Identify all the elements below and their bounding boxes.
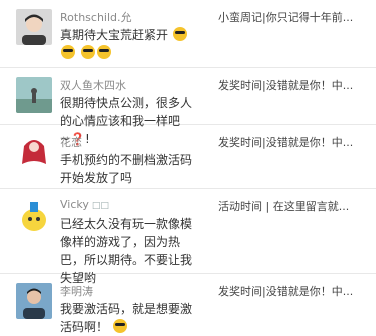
post-title-link[interactable]: 发奖时间|没错就是你！中... <box>218 283 368 299</box>
laughing-emoji-icon <box>112 319 127 333</box>
sunglasses-emoji-icon <box>96 45 111 59</box>
member-badge-icon: □□ <box>91 201 109 211</box>
sunglasses-emoji-icon <box>61 45 75 59</box>
avatar-portrait-icon <box>16 9 52 45</box>
comment-row: 李明涛 我要激活码，就是想要激活码啊！ 发奖时间|没错就是你！中... <box>0 274 376 336</box>
avatar-cartoon-icon <box>16 198 52 234</box>
user-name[interactable]: 李明涛 <box>60 283 93 299</box>
post-title-link[interactable]: 发奖时间|没错就是你！中... <box>218 77 368 93</box>
avatar-landscape-icon <box>16 77 52 113</box>
comment-text: 我要激活码，就是想要激活码啊！ <box>60 302 193 334</box>
user-name[interactable]: 双人鱼木四水 <box>60 77 126 93</box>
comment-text: 手机预约的不删档激活码开始发放了吗 <box>60 153 193 185</box>
post-title-link[interactable]: 活动时间 | 在这里留言就... <box>218 198 368 214</box>
post-title-link[interactable]: 小蛮周记|你只记得十年前... <box>218 9 368 25</box>
post-title-link[interactable]: 发奖时间|没错就是你！中... <box>218 134 368 150</box>
avatar-photo-icon <box>16 283 52 319</box>
avatar-anime-icon <box>16 134 52 170</box>
avatar[interactable] <box>16 134 52 170</box>
avatar[interactable] <box>16 198 52 234</box>
comment-row: Vicky □□ 已经太久没有玩一款像模像样的游戏了，因为热巴，所以期待。不要让我… <box>0 189 376 285</box>
avatar[interactable] <box>16 9 52 45</box>
avatar[interactable] <box>16 283 52 319</box>
comment-row: 花恋 手机预约的不删档激活码开始发放了吗 发奖时间|没错就是你！中... <box>0 125 376 189</box>
comment-row: Rothschild.允 真期待大宝荒赶紧开 小蛮周记|你只记得十年前... <box>0 0 376 68</box>
sunglasses-emoji-icon <box>80 45 95 59</box>
comment-row: 双人鱼木四水 很期待快点公测，很多人的心情应该和我一样吧~❓! 发奖时间|没错就… <box>0 68 376 146</box>
comment-list: Rothschild.允 真期待大宝荒赶紧开 小蛮周记|你只记得十年前... 双… <box>0 0 376 336</box>
user-name[interactable]: Vicky □□ <box>60 198 109 211</box>
comment-text: 真期待大宝荒赶紧开 <box>60 26 194 62</box>
sunglasses-emoji-icon <box>172 27 187 41</box>
user-name[interactable]: 花恋 <box>60 134 82 150</box>
avatar[interactable] <box>16 77 52 113</box>
user-name[interactable]: Rothschild.允 <box>60 9 132 25</box>
